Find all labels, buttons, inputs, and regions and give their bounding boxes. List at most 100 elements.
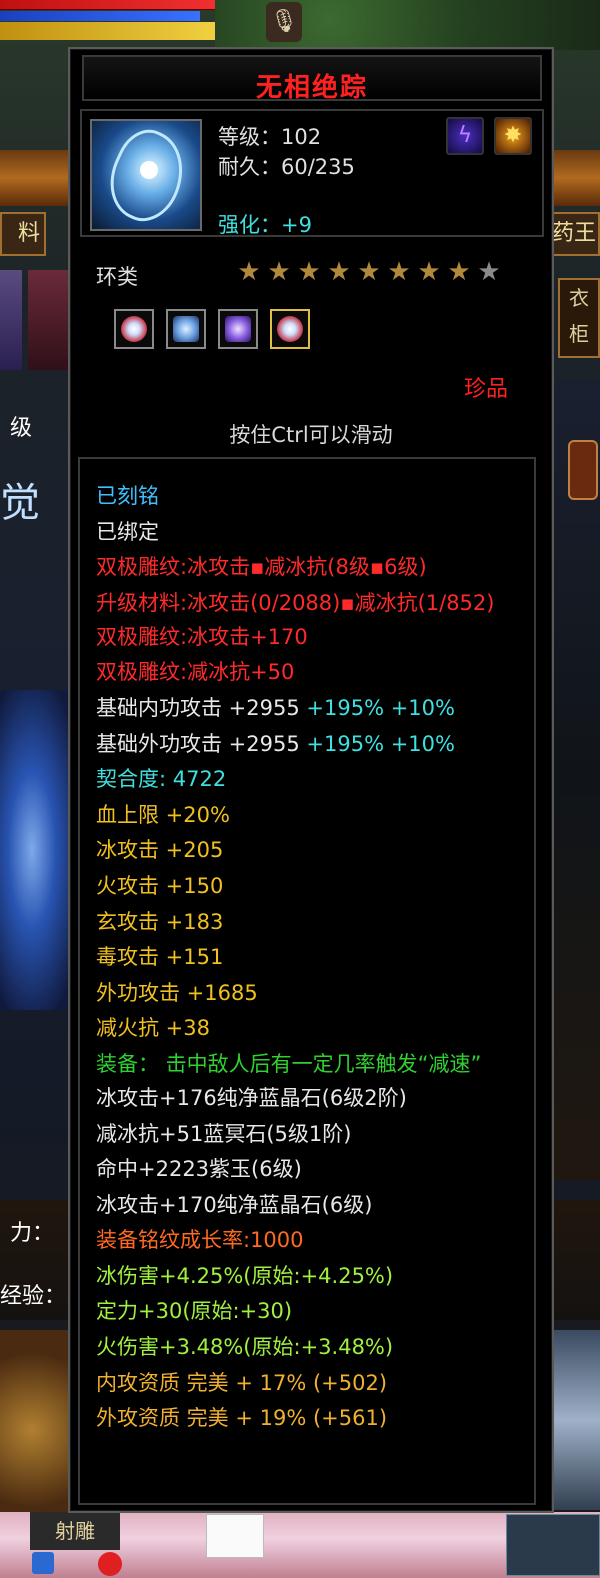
stamina-bar bbox=[0, 22, 215, 40]
attribute-text: 命中+2223紫玉(6级) bbox=[96, 1157, 302, 1182]
star-rating: ★ ★ ★ ★ ★ ★ ★ ★ ★ bbox=[236, 259, 502, 285]
mp-bar bbox=[0, 11, 200, 21]
gem-icon bbox=[277, 316, 303, 342]
portrait-slot[interactable] bbox=[28, 270, 70, 370]
attribute-text: 减火抗 +38 bbox=[96, 1016, 210, 1041]
attribute-text: 基础内功攻击 +2955 bbox=[96, 695, 300, 720]
attribute-line: 定力+30(原始:+30) bbox=[96, 1294, 534, 1330]
level-label: 级 bbox=[10, 416, 33, 441]
gem-slot-4[interactable] bbox=[270, 309, 310, 349]
attribute-text: 升级材料:冰攻击(0/2088)▪减冰抗(1/852) bbox=[96, 590, 495, 615]
tab-left[interactable]: 料 bbox=[0, 212, 46, 256]
attribute-line: 外功攻击 +1685 bbox=[96, 976, 534, 1012]
attribute-line: 火伤害+3.48%(原始:+3.48%) bbox=[96, 1330, 534, 1366]
hp-bar bbox=[0, 0, 215, 10]
attribute-text: 装备铭纹成长率:1000 bbox=[96, 1228, 304, 1253]
attribute-text: 冰伤害+4.25%(原始:+4.25%) bbox=[96, 1263, 394, 1288]
item-tooltip: 无相绝踪 等级：102 耐久：60/235 强化：+9 ϟ ✸ 环类 ★ ★ ★ ★ ★… bbox=[68, 47, 554, 1513]
item-header: 等级：102 耐久：60/235 强化：+9 ϟ ✸ bbox=[80, 109, 544, 237]
taskbar-app-window[interactable] bbox=[206, 1514, 264, 1558]
gem-slot-3[interactable] bbox=[218, 309, 258, 349]
item-enhance: 强化：+9 bbox=[218, 213, 312, 237]
attribute-text: 双极雕纹:冰攻击+170 bbox=[96, 624, 308, 649]
attribute-text: 装备： 击中敌人后有一定几率触发“减速” bbox=[96, 1051, 482, 1076]
wardrobe-button[interactable]: 衣柜 bbox=[558, 278, 600, 358]
attribute-text: 冰攻击+176纯净蓝晶石(6级2阶) bbox=[96, 1085, 407, 1110]
star-icon: ★ bbox=[327, 257, 351, 287]
gem-icon bbox=[173, 316, 199, 342]
attribute-text: 火伤害+3.48%(原始:+3.48%) bbox=[96, 1335, 394, 1360]
attribute-line: 基础外功攻击 +2955 +195% +10% bbox=[96, 727, 534, 763]
item-level: 等级：102 bbox=[218, 125, 322, 149]
right-panel bbox=[550, 380, 600, 1180]
attribute-line: 双极雕纹:冰攻击▪减冰抗(8级▪6级) bbox=[96, 550, 534, 586]
attribute-line: 基础内功攻击 +2955 +195% +10% bbox=[96, 691, 534, 727]
attribute-line: 冰攻击+176纯净蓝晶石(6级2阶) bbox=[96, 1081, 534, 1117]
attribute-line: 已刻铭 bbox=[96, 479, 534, 515]
gem-slot-1[interactable] bbox=[114, 309, 154, 349]
tab-right[interactable]: 药王 bbox=[550, 212, 600, 256]
attribute-line: 已绑定 bbox=[96, 515, 534, 551]
attribute-text: 玄攻击 +183 bbox=[96, 909, 224, 934]
attribute-text: 减冰抗+51蓝冥石(5级1阶) bbox=[96, 1121, 352, 1146]
attribute-list[interactable]: 已刻铭已绑定双极雕纹:冰攻击▪减冰抗(8级▪6级) 升级材料:冰攻击(0/2088… bbox=[78, 457, 536, 1505]
attribute-line: 减冰抗+51蓝冥石(5级1阶) bbox=[96, 1117, 534, 1153]
attribute-line: 命中+2223紫玉(6级) bbox=[96, 1152, 534, 1188]
power-label: 力： bbox=[10, 1221, 55, 1246]
star-icon: ★ bbox=[357, 257, 381, 287]
scroll-hint: 按住Ctrl可以滑动 bbox=[229, 423, 393, 447]
tray-icon[interactable] bbox=[98, 1552, 122, 1576]
attribute-line: 双极雕纹:冰攻击+170 bbox=[96, 620, 534, 656]
attribute-line: 冰攻击+170纯净蓝晶石(6级) bbox=[96, 1188, 534, 1224]
taskbar-app-thumbnail[interactable] bbox=[506, 1514, 600, 1576]
attribute-text: 已刻铭 bbox=[96, 484, 159, 508]
attribute-text: 外功攻击 +1685 bbox=[96, 980, 258, 1005]
star-icon: ★ bbox=[447, 257, 471, 287]
star-icon: ★ bbox=[477, 257, 501, 287]
attribute-text: 毒攻击 +151 bbox=[96, 945, 224, 970]
attribute-text: 双极雕纹:冰攻击▪减冰抗(8级▪6级) bbox=[96, 555, 427, 580]
attribute-line: 装备： 击中敌人后有一定几率触发“减速” bbox=[96, 1047, 526, 1081]
side-handle[interactable] bbox=[568, 440, 598, 500]
gem-slot-2[interactable] bbox=[166, 309, 206, 349]
attribute-line: 装备铭纹成长率:1000 bbox=[96, 1223, 534, 1259]
ring-item-icon bbox=[90, 119, 202, 231]
attribute-text: 冰攻击 +205 bbox=[96, 838, 224, 863]
item-name: 无相绝踪 bbox=[255, 73, 368, 103]
attribute-line: 冰攻击 +205 bbox=[96, 833, 534, 869]
attribute-line: 冰伤害+4.25%(原始:+4.25%) bbox=[96, 1259, 534, 1295]
scene-art bbox=[552, 1330, 600, 1510]
portrait-slot[interactable] bbox=[0, 270, 22, 370]
taskbar: 射雕 bbox=[0, 1512, 600, 1578]
attribute-text: 外攻资质 完美 + 19% (+561) bbox=[96, 1406, 388, 1431]
attribute-line: 玄攻击 +183 bbox=[96, 905, 534, 941]
exp-label: 经验： bbox=[0, 1284, 67, 1309]
star-icon: ★ bbox=[237, 257, 261, 287]
microphone-icon[interactable]: 🎙 bbox=[266, 2, 302, 42]
attribute-line: 外攻资质 完美 + 19% (+561) bbox=[96, 1401, 534, 1437]
star-icon: ★ bbox=[417, 257, 441, 287]
game-logo: 觉 bbox=[0, 480, 40, 526]
rarity-label: 珍品 bbox=[463, 377, 508, 402]
item-category: 环类 bbox=[96, 265, 138, 289]
attribute-text: 定力+30(原始:+30) bbox=[96, 1299, 293, 1324]
shortcut-arrow-icon[interactable] bbox=[32, 1552, 54, 1574]
attribute-line: 契合度: 4722 bbox=[96, 762, 534, 798]
item-durability: 耐久：60/235 bbox=[218, 155, 355, 179]
attribute-line: 双极雕纹:减冰抗+50 bbox=[96, 655, 534, 691]
attribute-text: 内攻资质 完美 + 17% (+502) bbox=[96, 1370, 388, 1395]
icon-orb bbox=[140, 161, 158, 179]
attribute-text: 契合度: 4722 bbox=[96, 767, 227, 792]
attribute-text: 双极雕纹:减冰抗+50 bbox=[96, 660, 295, 685]
attribute-bonus: +195% +10% bbox=[299, 731, 455, 756]
star-icon: ★ bbox=[297, 257, 321, 287]
attribute-line: 毒攻击 +151 bbox=[96, 940, 534, 976]
attribute-text: 火攻击 +150 bbox=[96, 873, 224, 898]
gem-icon bbox=[225, 316, 251, 342]
attribute-text: 已绑定 bbox=[96, 519, 159, 544]
attribute-text: 冰攻击+170纯净蓝晶石(6级) bbox=[96, 1192, 373, 1217]
attribute-bonus: +195% +10% bbox=[299, 695, 455, 720]
attribute-text: 血上限 +20% bbox=[96, 802, 230, 827]
taskbar-app-game[interactable]: 射雕 bbox=[30, 1512, 120, 1550]
star-icon: ★ bbox=[387, 257, 411, 287]
